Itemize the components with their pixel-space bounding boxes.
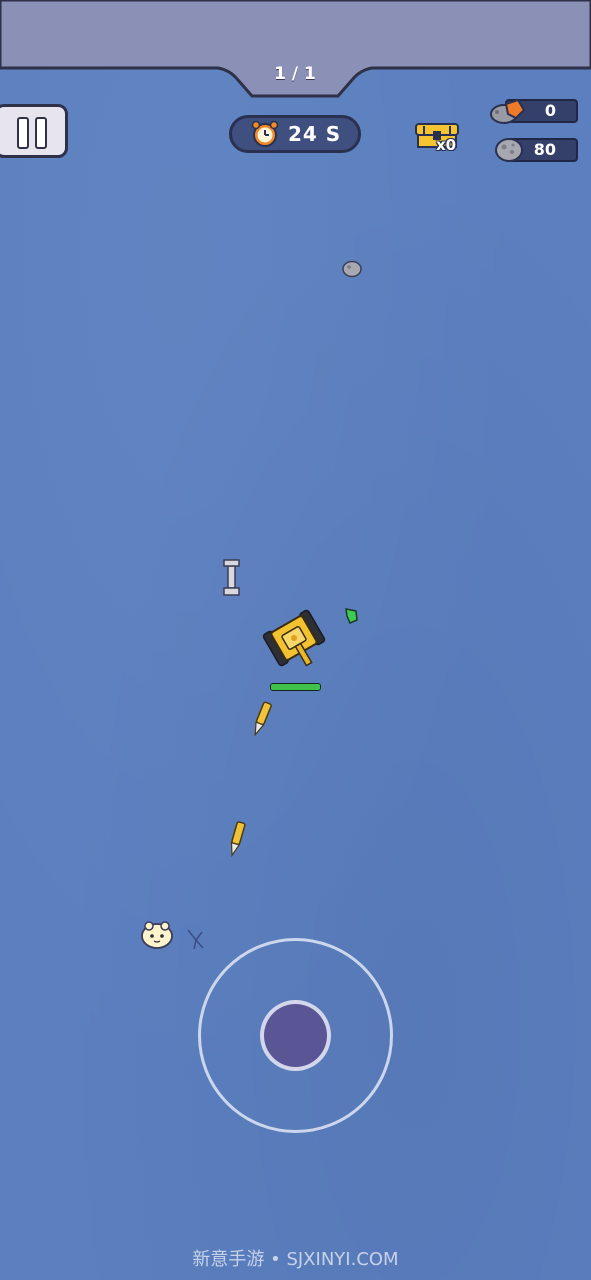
ground-crack — [187, 929, 204, 950]
player-health-fill — [271, 684, 320, 690]
bullet — [254, 701, 272, 737]
green-gem-pickup[interactable] — [345, 608, 358, 624]
sheep-enemy[interactable] — [141, 921, 173, 949]
bullet — [230, 821, 246, 858]
wrench-pickup[interactable] — [223, 559, 240, 596]
player-tank[interactable] — [262, 609, 331, 677]
joystick-knob[interactable] — [260, 1000, 331, 1071]
player-health-bar — [270, 683, 321, 691]
stone-pickup[interactable] — [342, 260, 362, 278]
watermark: 新意手游 • SJXINYI.COM — [192, 1249, 399, 1270]
